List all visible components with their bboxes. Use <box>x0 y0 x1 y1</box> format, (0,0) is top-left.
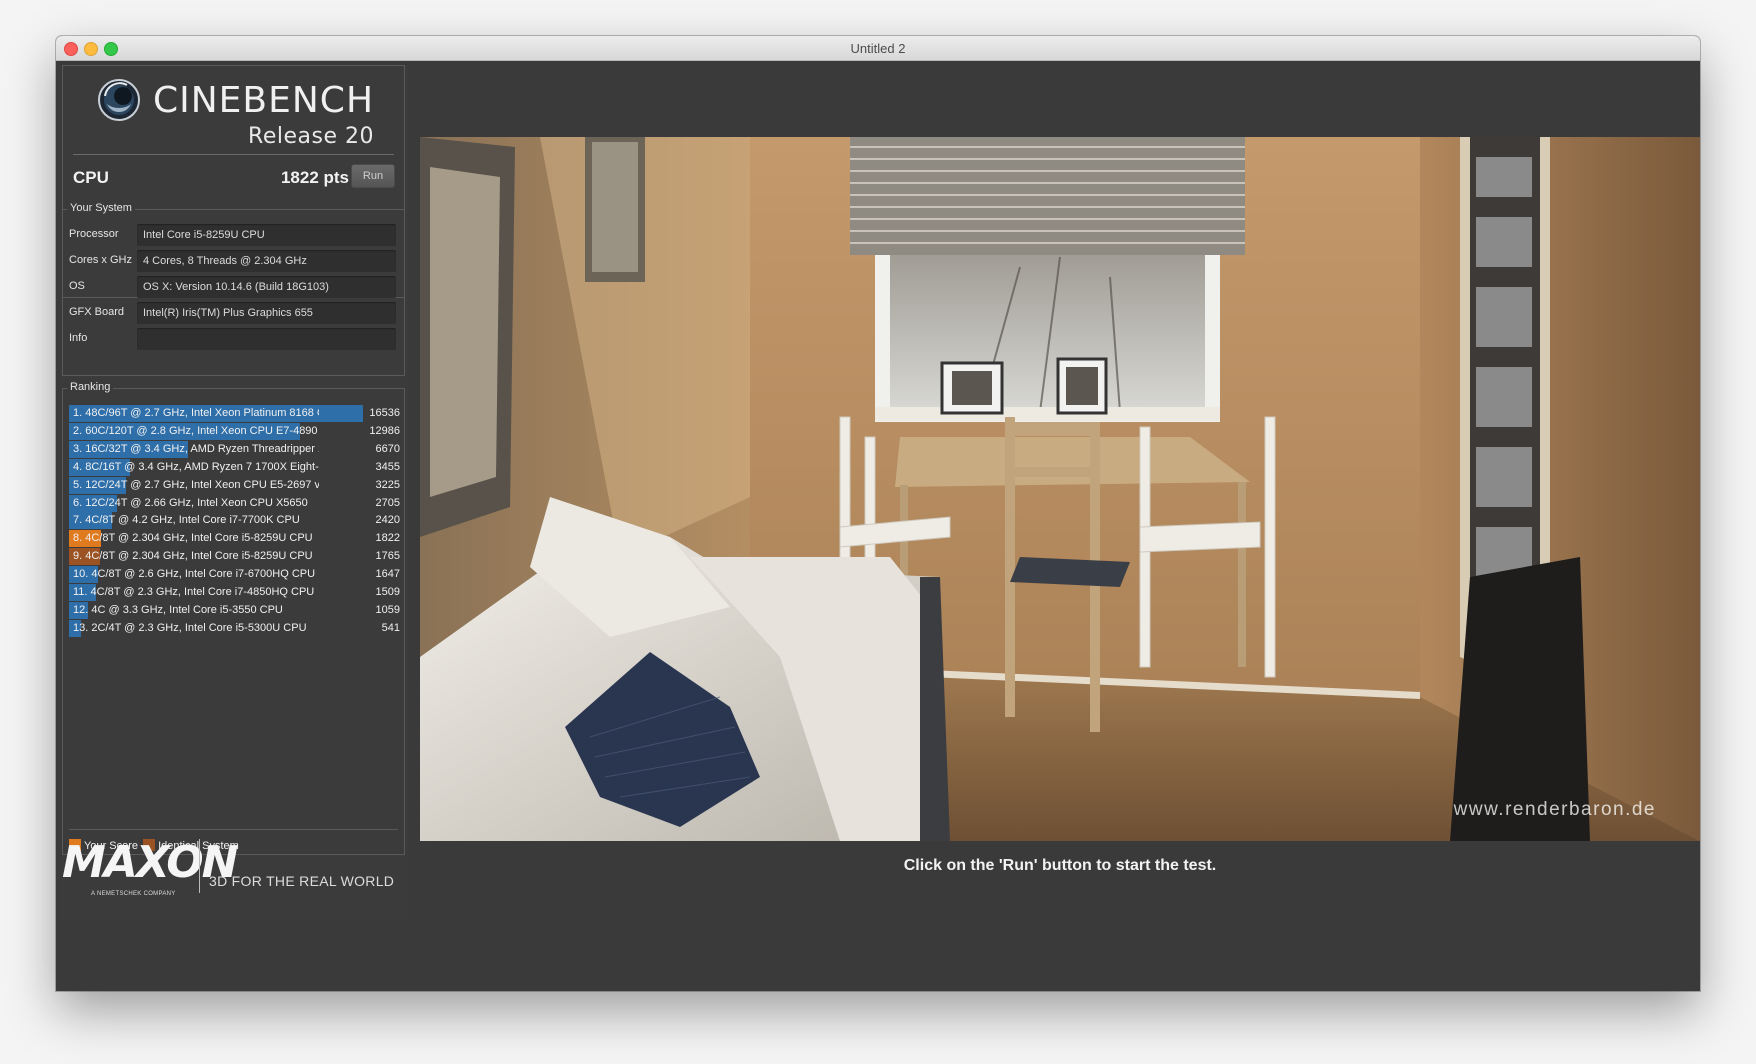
ranking-score: 2705 <box>375 496 400 509</box>
ranking-score: 3455 <box>375 460 400 473</box>
ranking-label: 12. 4C @ 3.3 GHz, Intel Core i5-3550 CPU <box>73 603 283 616</box>
ranking-score: 1822 <box>375 532 400 545</box>
os-label: OS <box>69 280 85 292</box>
processor-label: Processor <box>69 228 119 240</box>
os-field: OS X: Version 10.14.6 (Build 18G103) <box>137 276 396 298</box>
ranking-label: 13. 2C/4T @ 2.3 GHz, Intel Core i5-5300U… <box>73 621 307 634</box>
ranking-score: 1059 <box>375 603 400 616</box>
brand-divider <box>199 839 200 893</box>
ranking-label: 4. 8C/16T @ 3.4 GHz, AMD Ryzen 7 1700X E… <box>73 460 319 473</box>
your-system-group: Your System Processor Intel Core i5-8259… <box>62 202 405 376</box>
ranking-row[interactable]: 12. 4C @ 3.3 GHz, Intel Core i5-3550 CPU… <box>69 601 400 619</box>
ranking-row[interactable]: 5. 12C/24T @ 2.7 GHz, Intel Xeon CPU E5-… <box>69 476 400 494</box>
ranking-row[interactable]: 6. 12C/24T @ 2.66 GHz, Intel Xeon CPU X5… <box>69 494 400 512</box>
cinema4d-logo-icon <box>98 79 140 121</box>
ranking-row[interactable]: 2. 60C/120T @ 2.8 GHz, Intel Xeon CPU E7… <box>69 422 400 440</box>
processor-field: Intel Core i5-8259U CPU <box>137 224 396 246</box>
gfx-field: Intel(R) Iris(TM) Plus Graphics 655 <box>137 302 396 324</box>
ranking-row[interactable]: 3. 16C/32T @ 3.4 GHz, AMD Ryzen Threadri… <box>69 440 400 458</box>
your-system-legend: Your System <box>67 202 135 214</box>
title-bar: Untitled 2 <box>56 36 1700 61</box>
ranking-label: 5. 12C/24T @ 2.7 GHz, Intel Xeon CPU E5-… <box>73 478 319 491</box>
ranking-row[interactable]: 7. 4C/8T @ 4.2 GHz, Intel Core i7-7700K … <box>69 512 400 530</box>
ranking-row[interactable]: 8. 4C/8T @ 2.304 GHz, Intel Core i5-8259… <box>69 530 400 548</box>
info-field[interactable] <box>137 328 396 350</box>
ranking-label: 11. 4C/8T @ 2.3 GHz, Intel Core i7-4850H… <box>73 586 315 598</box>
ranking-label: 1. 48C/96T @ 2.7 GHz, Intel Xeon Platinu… <box>73 407 319 419</box>
status-message: Click on the 'Run' button to start the t… <box>903 857 1217 874</box>
maxon-subtitle: A NEMETSCHEK COMPANY <box>91 891 176 897</box>
release-label: Release 20 <box>248 124 374 149</box>
ranking-score: 16536 <box>369 407 400 419</box>
ranking-row[interactable]: 4. 8C/16T @ 3.4 GHz, AMD Ryzen 7 1700X E… <box>69 458 400 476</box>
cores-label: Cores x GHz <box>69 254 132 266</box>
ranking-score: 3225 <box>375 478 400 491</box>
ranking-score: 1647 <box>375 568 400 581</box>
gfx-label: GFX Board <box>69 306 125 318</box>
ranking-score: 12986 <box>369 424 400 437</box>
ranking-score: 1509 <box>375 586 400 598</box>
ranking-group: Ranking 1. 48C/96T @ 2.7 GHz, Intel Xeon… <box>62 381 405 855</box>
ranking-label: 10. 4C/8T @ 2.6 GHz, Intel Core i7-6700H… <box>73 568 316 581</box>
cores-field: 4 Cores, 8 Threads @ 2.304 GHz <box>137 250 396 272</box>
cores-row: Cores x GHz 4 Cores, 8 Threads @ 2.304 G… <box>69 250 396 272</box>
window-title: Untitled 2 <box>850 41 906 56</box>
ranking-row[interactable]: 11. 4C/8T @ 2.3 GHz, Intel Core i7-4850H… <box>69 584 400 601</box>
ranking-score: 2420 <box>375 514 400 527</box>
ranking-row[interactable]: 13. 2C/4T @ 2.3 GHz, Intel Core i5-5300U… <box>69 619 400 637</box>
left-panel: CINEBENCH Release 20 CPU 1822 pts Run Yo… <box>59 65 409 920</box>
ranking-score: 541 <box>381 621 400 634</box>
info-label: Info <box>69 332 88 344</box>
ranking-label: 2. 60C/120T @ 2.8 GHz, Intel Xeon CPU E7… <box>73 424 319 437</box>
cpu-label: CPU <box>73 168 109 187</box>
os-row: OS OS X: Version 10.14.6 (Build 18G103) <box>69 276 396 298</box>
brand-tagline: 3D FOR THE REAL WORLD <box>209 873 395 889</box>
run-button[interactable]: Run <box>351 164 395 188</box>
render-watermark: www.renderbaron.de <box>1453 799 1656 820</box>
ranking-label: 9. 4C/8T @ 2.304 GHz, Intel Core i5-8259… <box>73 550 313 563</box>
gfx-row: GFX Board Intel(R) Iris(TM) Plus Graphic… <box>69 302 396 324</box>
app-window: Untitled 2 CINEBENCH Release 20 CPU 1822… <box>56 36 1700 991</box>
divider <box>73 154 394 155</box>
ranking-row[interactable]: 10. 4C/8T @ 2.6 GHz, Intel Core i7-6700H… <box>69 566 400 584</box>
legend-divider <box>69 829 398 830</box>
cpu-score: 1822 pts <box>280 168 349 187</box>
info-row: Info <box>69 328 396 350</box>
render-viewport: www.renderbaron.de <box>420 137 1700 841</box>
ranking-row[interactable]: 9. 4C/8T @ 2.304 GHz, Intel Core i5-8259… <box>69 548 400 566</box>
ranking-row[interactable]: 1. 48C/96T @ 2.7 GHz, Intel Xeon Platinu… <box>69 405 400 422</box>
ranking-label: 8. 4C/8T @ 2.304 GHz, Intel Core i5-8259… <box>73 532 313 545</box>
ranking-label: 3. 16C/32T @ 3.4 GHz, AMD Ryzen Threadri… <box>73 442 319 455</box>
processor-row: Processor Intel Core i5-8259U CPU <box>69 224 396 246</box>
app-name: CINEBENCH <box>153 80 375 121</box>
ranking-score: 6670 <box>375 442 400 455</box>
ranking-label: 7. 4C/8T @ 4.2 GHz, Intel Core i7-7700K … <box>73 514 300 527</box>
render-image <box>420 137 1700 841</box>
ranking-label: 6. 12C/24T @ 2.66 GHz, Intel Xeon CPU X5… <box>73 496 308 509</box>
ranking-score: 1765 <box>375 550 400 563</box>
ranking-legend: Ranking <box>67 381 114 393</box>
